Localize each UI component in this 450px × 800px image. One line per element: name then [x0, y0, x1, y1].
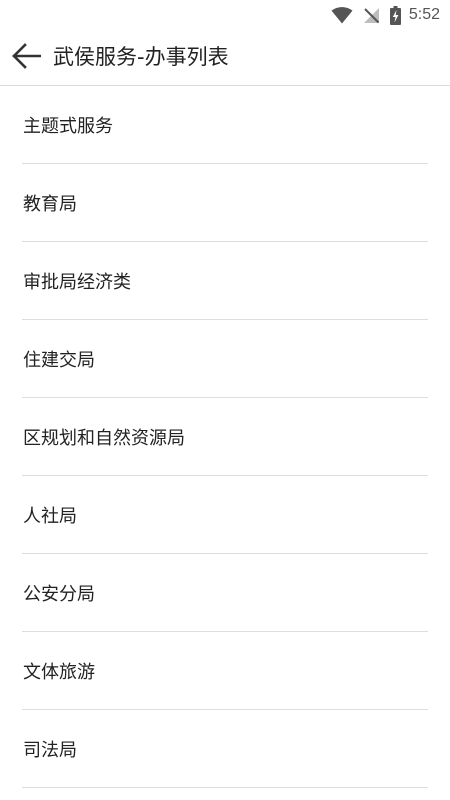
- list-item-label: 住建交局: [23, 349, 95, 371]
- list-item[interactable]: 文体旅游: [22, 632, 428, 710]
- no-sim-signal-icon: [363, 7, 380, 24]
- wifi-icon: [331, 6, 353, 24]
- list-item-label: 审批局经济类: [23, 271, 131, 293]
- service-list: 主题式服务 教育局 审批局经济类 住建交局 区规划和自然资源局 人社局 公安分局…: [0, 86, 450, 788]
- page-title: 武侯服务-办事列表: [53, 45, 229, 69]
- back-button[interactable]: [8, 40, 44, 76]
- list-item[interactable]: 教育局: [22, 164, 428, 242]
- list-item-label: 文体旅游: [23, 661, 95, 683]
- status-time: 5:52: [408, 6, 440, 23]
- list-item-label: 人社局: [23, 505, 77, 527]
- list-item-label: 主题式服务: [23, 115, 113, 137]
- list-item[interactable]: 公安分局: [22, 554, 428, 632]
- list-item[interactable]: 司法局: [22, 710, 428, 788]
- list-item[interactable]: 区规划和自然资源局: [22, 398, 428, 476]
- status-icons: 5:52: [331, 5, 440, 25]
- app-bar: 武侯服务-办事列表: [0, 30, 450, 86]
- list-item-label: 区规划和自然资源局: [23, 427, 185, 449]
- list-item[interactable]: 人社局: [22, 476, 428, 554]
- list-item-label: 司法局: [23, 739, 77, 761]
- status-bar: 5:52: [0, 0, 450, 30]
- list-item[interactable]: 住建交局: [22, 320, 428, 398]
- battery-charging-icon: [389, 5, 401, 25]
- arrow-left-icon: [11, 43, 42, 73]
- list-item-label: 公安分局: [23, 583, 95, 605]
- list-item-label: 教育局: [23, 193, 77, 215]
- list-item[interactable]: 审批局经济类: [22, 242, 428, 320]
- list-item[interactable]: 主题式服务: [22, 86, 428, 164]
